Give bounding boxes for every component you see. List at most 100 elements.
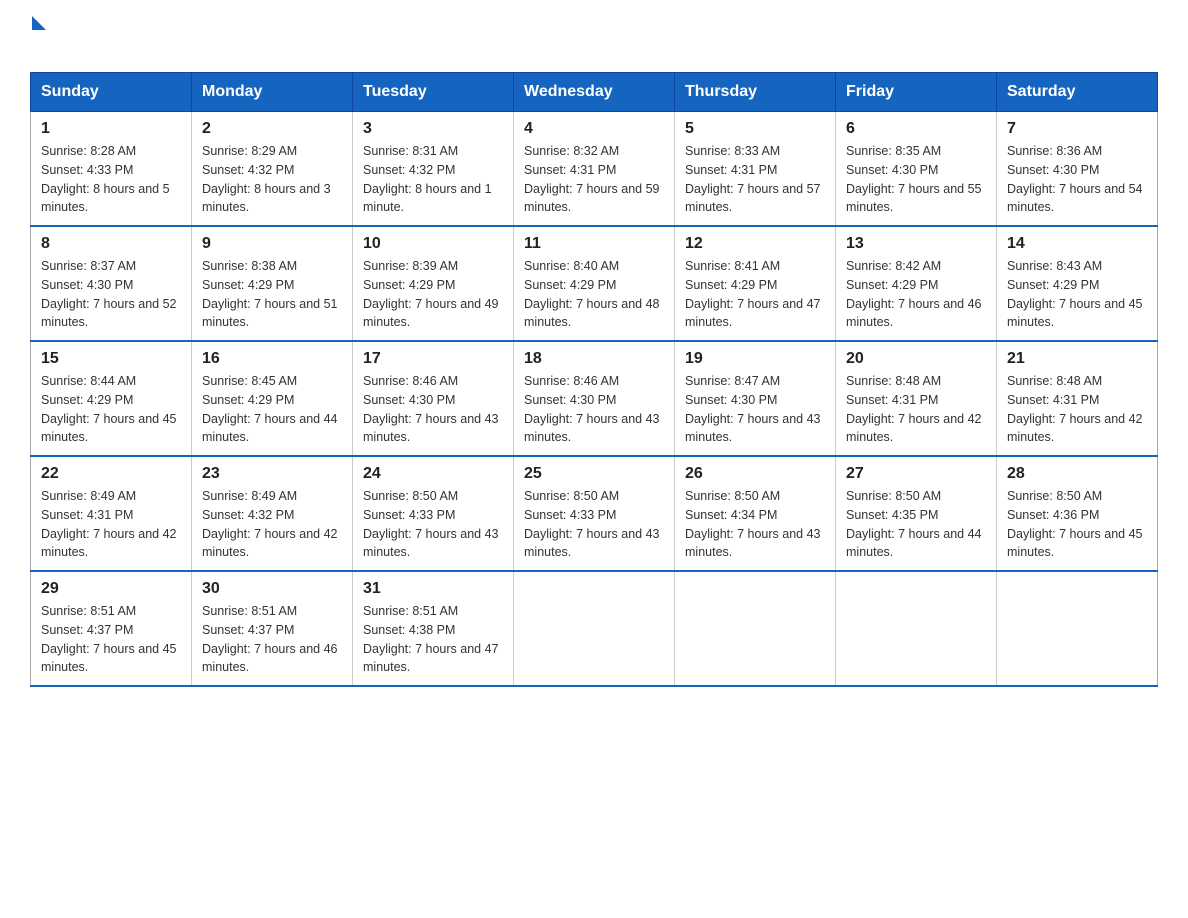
calendar-cell: 31 Sunrise: 8:51 AMSunset: 4:38 PMDayligh…	[353, 571, 514, 686]
calendar-cell: 28 Sunrise: 8:50 AMSunset: 4:36 PMDayligh…	[997, 456, 1158, 571]
calendar-cell: 20 Sunrise: 8:48 AMSunset: 4:31 PMDayligh…	[836, 341, 997, 456]
logo-triangle-icon	[32, 16, 46, 30]
page-header	[30, 20, 1158, 62]
day-info: Sunrise: 8:45 AMSunset: 4:29 PMDaylight:…	[202, 372, 342, 447]
day-number: 28	[1007, 465, 1147, 483]
day-info: Sunrise: 8:51 AMSunset: 4:37 PMDaylight:…	[202, 602, 342, 677]
day-info: Sunrise: 8:37 AMSunset: 4:30 PMDaylight:…	[41, 257, 181, 332]
calendar-cell: 9 Sunrise: 8:38 AMSunset: 4:29 PMDaylight…	[192, 226, 353, 341]
calendar-cell: 1 Sunrise: 8:28 AMSunset: 4:33 PMDaylight…	[31, 112, 192, 227]
calendar-week-2: 8 Sunrise: 8:37 AMSunset: 4:30 PMDaylight…	[31, 226, 1158, 341]
day-info: Sunrise: 8:51 AMSunset: 4:38 PMDaylight:…	[363, 602, 503, 677]
calendar-cell: 19 Sunrise: 8:47 AMSunset: 4:30 PMDayligh…	[675, 341, 836, 456]
calendar-cell: 26 Sunrise: 8:50 AMSunset: 4:34 PMDayligh…	[675, 456, 836, 571]
day-info: Sunrise: 8:42 AMSunset: 4:29 PMDaylight:…	[846, 257, 986, 332]
day-number: 24	[363, 465, 503, 483]
day-info: Sunrise: 8:35 AMSunset: 4:30 PMDaylight:…	[846, 142, 986, 217]
calendar-cell: 6Sunrise: 8:35 AMSunset: 4:30 PMDaylight…	[836, 112, 997, 227]
calendar-cell: 27 Sunrise: 8:50 AMSunset: 4:35 PMDayligh…	[836, 456, 997, 571]
day-number: 22	[41, 465, 181, 483]
calendar-week-4: 22 Sunrise: 8:49 AMSunset: 4:31 PMDayligh…	[31, 456, 1158, 571]
day-info: Sunrise: 8:38 AMSunset: 4:29 PMDaylight:…	[202, 257, 342, 332]
calendar-cell	[675, 571, 836, 686]
calendar-cell: 24 Sunrise: 8:50 AMSunset: 4:33 PMDayligh…	[353, 456, 514, 571]
day-info: Sunrise: 8:43 AMSunset: 4:29 PMDaylight:…	[1007, 257, 1147, 332]
day-info: Sunrise: 8:48 AMSunset: 4:31 PMDaylight:…	[846, 372, 986, 447]
calendar-header: SundayMondayTuesdayWednesdayThursdayFrid…	[31, 73, 1158, 112]
calendar-cell: 21 Sunrise: 8:48 AMSunset: 4:31 PMDayligh…	[997, 341, 1158, 456]
calendar-body: 1 Sunrise: 8:28 AMSunset: 4:33 PMDaylight…	[31, 112, 1158, 687]
day-number: 10	[363, 235, 503, 253]
day-number: 8	[41, 235, 181, 253]
day-number: 1	[41, 120, 181, 138]
day-number: 17	[363, 350, 503, 368]
calendar-cell: 29Sunrise: 8:51 AMSunset: 4:37 PMDayligh…	[31, 571, 192, 686]
day-number: 31	[363, 580, 503, 598]
calendar-cell: 4Sunrise: 8:32 AMSunset: 4:31 PMDaylight…	[514, 112, 675, 227]
day-number: 21	[1007, 350, 1147, 368]
calendar-cell	[836, 571, 997, 686]
weekday-header-wednesday: Wednesday	[514, 73, 675, 112]
day-info: Sunrise: 8:41 AMSunset: 4:29 PMDaylight:…	[685, 257, 825, 332]
day-info: Sunrise: 8:48 AMSunset: 4:31 PMDaylight:…	[1007, 372, 1147, 447]
day-info: Sunrise: 8:50 AMSunset: 4:36 PMDaylight:…	[1007, 487, 1147, 562]
day-number: 12	[685, 235, 825, 253]
calendar-week-5: 29Sunrise: 8:51 AMSunset: 4:37 PMDayligh…	[31, 571, 1158, 686]
calendar-cell: 30 Sunrise: 8:51 AMSunset: 4:37 PMDayligh…	[192, 571, 353, 686]
day-info: Sunrise: 8:28 AMSunset: 4:33 PMDaylight:…	[41, 142, 181, 217]
calendar-week-1: 1 Sunrise: 8:28 AMSunset: 4:33 PMDaylight…	[31, 112, 1158, 227]
day-info: Sunrise: 8:29 AMSunset: 4:32 PMDaylight:…	[202, 142, 342, 217]
calendar-cell: 7 Sunrise: 8:36 AMSunset: 4:30 PMDaylight…	[997, 112, 1158, 227]
day-number: 7	[1007, 120, 1147, 138]
day-number: 20	[846, 350, 986, 368]
day-info: Sunrise: 8:47 AMSunset: 4:30 PMDaylight:…	[685, 372, 825, 447]
day-info: Sunrise: 8:49 AMSunset: 4:32 PMDaylight:…	[202, 487, 342, 562]
calendar-week-3: 15Sunrise: 8:44 AMSunset: 4:29 PMDayligh…	[31, 341, 1158, 456]
day-info: Sunrise: 8:49 AMSunset: 4:31 PMDaylight:…	[41, 487, 181, 562]
calendar-cell: 13 Sunrise: 8:42 AMSunset: 4:29 PMDayligh…	[836, 226, 997, 341]
calendar-cell: 22 Sunrise: 8:49 AMSunset: 4:31 PMDayligh…	[31, 456, 192, 571]
calendar-table: SundayMondayTuesdayWednesdayThursdayFrid…	[30, 72, 1158, 687]
day-info: Sunrise: 8:46 AMSunset: 4:30 PMDaylight:…	[363, 372, 503, 447]
day-number: 13	[846, 235, 986, 253]
calendar-cell: 10 Sunrise: 8:39 AMSunset: 4:29 PMDayligh…	[353, 226, 514, 341]
calendar-cell: 2 Sunrise: 8:29 AMSunset: 4:32 PMDaylight…	[192, 112, 353, 227]
day-info: Sunrise: 8:50 AMSunset: 4:34 PMDaylight:…	[685, 487, 825, 562]
day-info: Sunrise: 8:46 AMSunset: 4:30 PMDaylight:…	[524, 372, 664, 447]
weekday-header-monday: Monday	[192, 73, 353, 112]
day-info: Sunrise: 8:36 AMSunset: 4:30 PMDaylight:…	[1007, 142, 1147, 217]
day-number: 26	[685, 465, 825, 483]
day-info: Sunrise: 8:50 AMSunset: 4:33 PMDaylight:…	[363, 487, 503, 562]
day-info: Sunrise: 8:51 AMSunset: 4:37 PMDaylight:…	[41, 602, 181, 677]
day-number: 9	[202, 235, 342, 253]
calendar-cell: 11Sunrise: 8:40 AMSunset: 4:29 PMDayligh…	[514, 226, 675, 341]
day-number: 2	[202, 120, 342, 138]
day-number: 23	[202, 465, 342, 483]
weekday-header-sunday: Sunday	[31, 73, 192, 112]
day-number: 4	[524, 120, 664, 138]
day-info: Sunrise: 8:50 AMSunset: 4:35 PMDaylight:…	[846, 487, 986, 562]
day-number: 5	[685, 120, 825, 138]
day-number: 16	[202, 350, 342, 368]
weekday-header-thursday: Thursday	[675, 73, 836, 112]
day-number: 14	[1007, 235, 1147, 253]
calendar-cell: 25 Sunrise: 8:50 AMSunset: 4:33 PMDayligh…	[514, 456, 675, 571]
day-info: Sunrise: 8:31 AMSunset: 4:32 PMDaylight:…	[363, 142, 503, 217]
calendar-cell: 18Sunrise: 8:46 AMSunset: 4:30 PMDayligh…	[514, 341, 675, 456]
logo	[30, 20, 46, 62]
day-number: 30	[202, 580, 342, 598]
day-number: 25	[524, 465, 664, 483]
day-info: Sunrise: 8:50 AMSunset: 4:33 PMDaylight:…	[524, 487, 664, 562]
day-number: 15	[41, 350, 181, 368]
calendar-cell: 12 Sunrise: 8:41 AMSunset: 4:29 PMDayligh…	[675, 226, 836, 341]
day-number: 19	[685, 350, 825, 368]
day-number: 27	[846, 465, 986, 483]
day-info: Sunrise: 8:39 AMSunset: 4:29 PMDaylight:…	[363, 257, 503, 332]
calendar-cell: 14 Sunrise: 8:43 AMSunset: 4:29 PMDayligh…	[997, 226, 1158, 341]
calendar-cell: 16 Sunrise: 8:45 AMSunset: 4:29 PMDayligh…	[192, 341, 353, 456]
calendar-cell: 3Sunrise: 8:31 AMSunset: 4:32 PMDaylight…	[353, 112, 514, 227]
weekday-header-tuesday: Tuesday	[353, 73, 514, 112]
weekday-header-row: SundayMondayTuesdayWednesdayThursdayFrid…	[31, 73, 1158, 112]
day-info: Sunrise: 8:33 AMSunset: 4:31 PMDaylight:…	[685, 142, 825, 217]
calendar-cell: 15Sunrise: 8:44 AMSunset: 4:29 PMDayligh…	[31, 341, 192, 456]
